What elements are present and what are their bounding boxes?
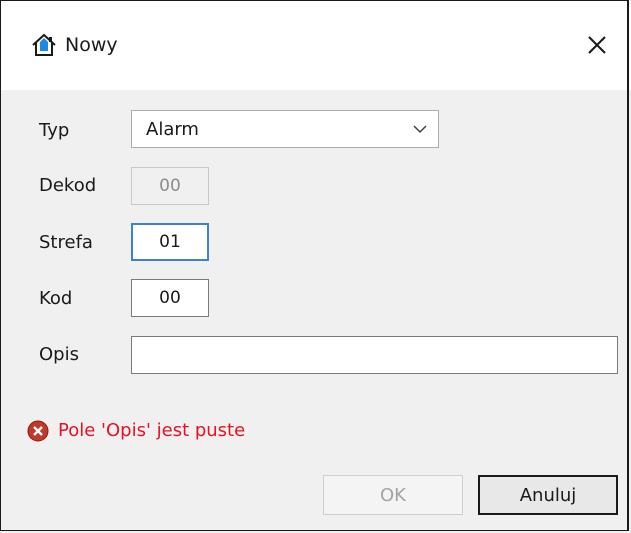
chevron-down-icon: [413, 125, 427, 134]
error-message: Pole 'Opis' jest puste: [58, 420, 246, 441]
close-icon[interactable]: [580, 28, 614, 62]
typ-select-value: Alarm: [146, 119, 199, 140]
title-bar: Nowy: [0, 0, 631, 90]
kod-field[interactable]: [131, 279, 209, 317]
typ-label: Typ: [39, 120, 70, 141]
dekod-label: Dekod: [39, 175, 97, 196]
window-title: Nowy: [65, 34, 118, 56]
strefa-label: Strefa: [39, 232, 93, 253]
cancel-button[interactable]: Anuluj: [478, 475, 618, 515]
home-icon: [32, 33, 56, 56]
typ-select[interactable]: Alarm: [131, 110, 439, 148]
ok-button[interactable]: OK: [323, 475, 463, 515]
dekod-field: [131, 167, 209, 205]
kod-label: Kod: [39, 288, 73, 309]
error-icon: [27, 420, 49, 442]
dialog-body: [0, 90, 631, 533]
opis-field[interactable]: [131, 336, 618, 374]
opis-label: Opis: [39, 344, 79, 365]
strefa-field[interactable]: [131, 223, 209, 261]
